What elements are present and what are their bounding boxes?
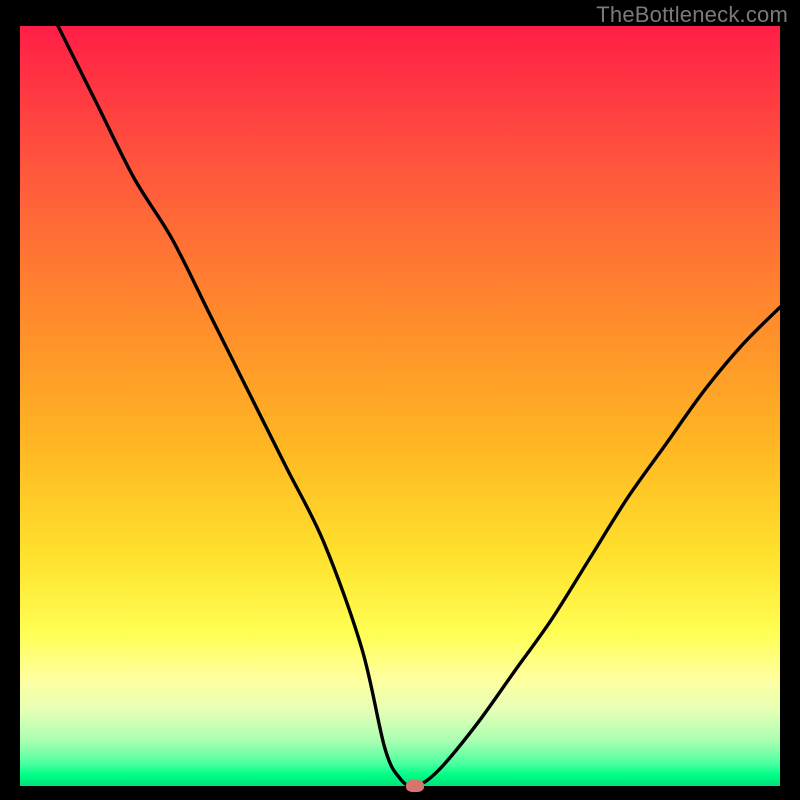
curve-svg — [20, 26, 780, 786]
bottleneck-curve — [58, 26, 780, 786]
plot-area — [20, 26, 780, 786]
watermark-text: TheBottleneck.com — [596, 2, 788, 28]
chart-frame: TheBottleneck.com — [0, 0, 800, 800]
optimal-marker — [406, 780, 424, 792]
